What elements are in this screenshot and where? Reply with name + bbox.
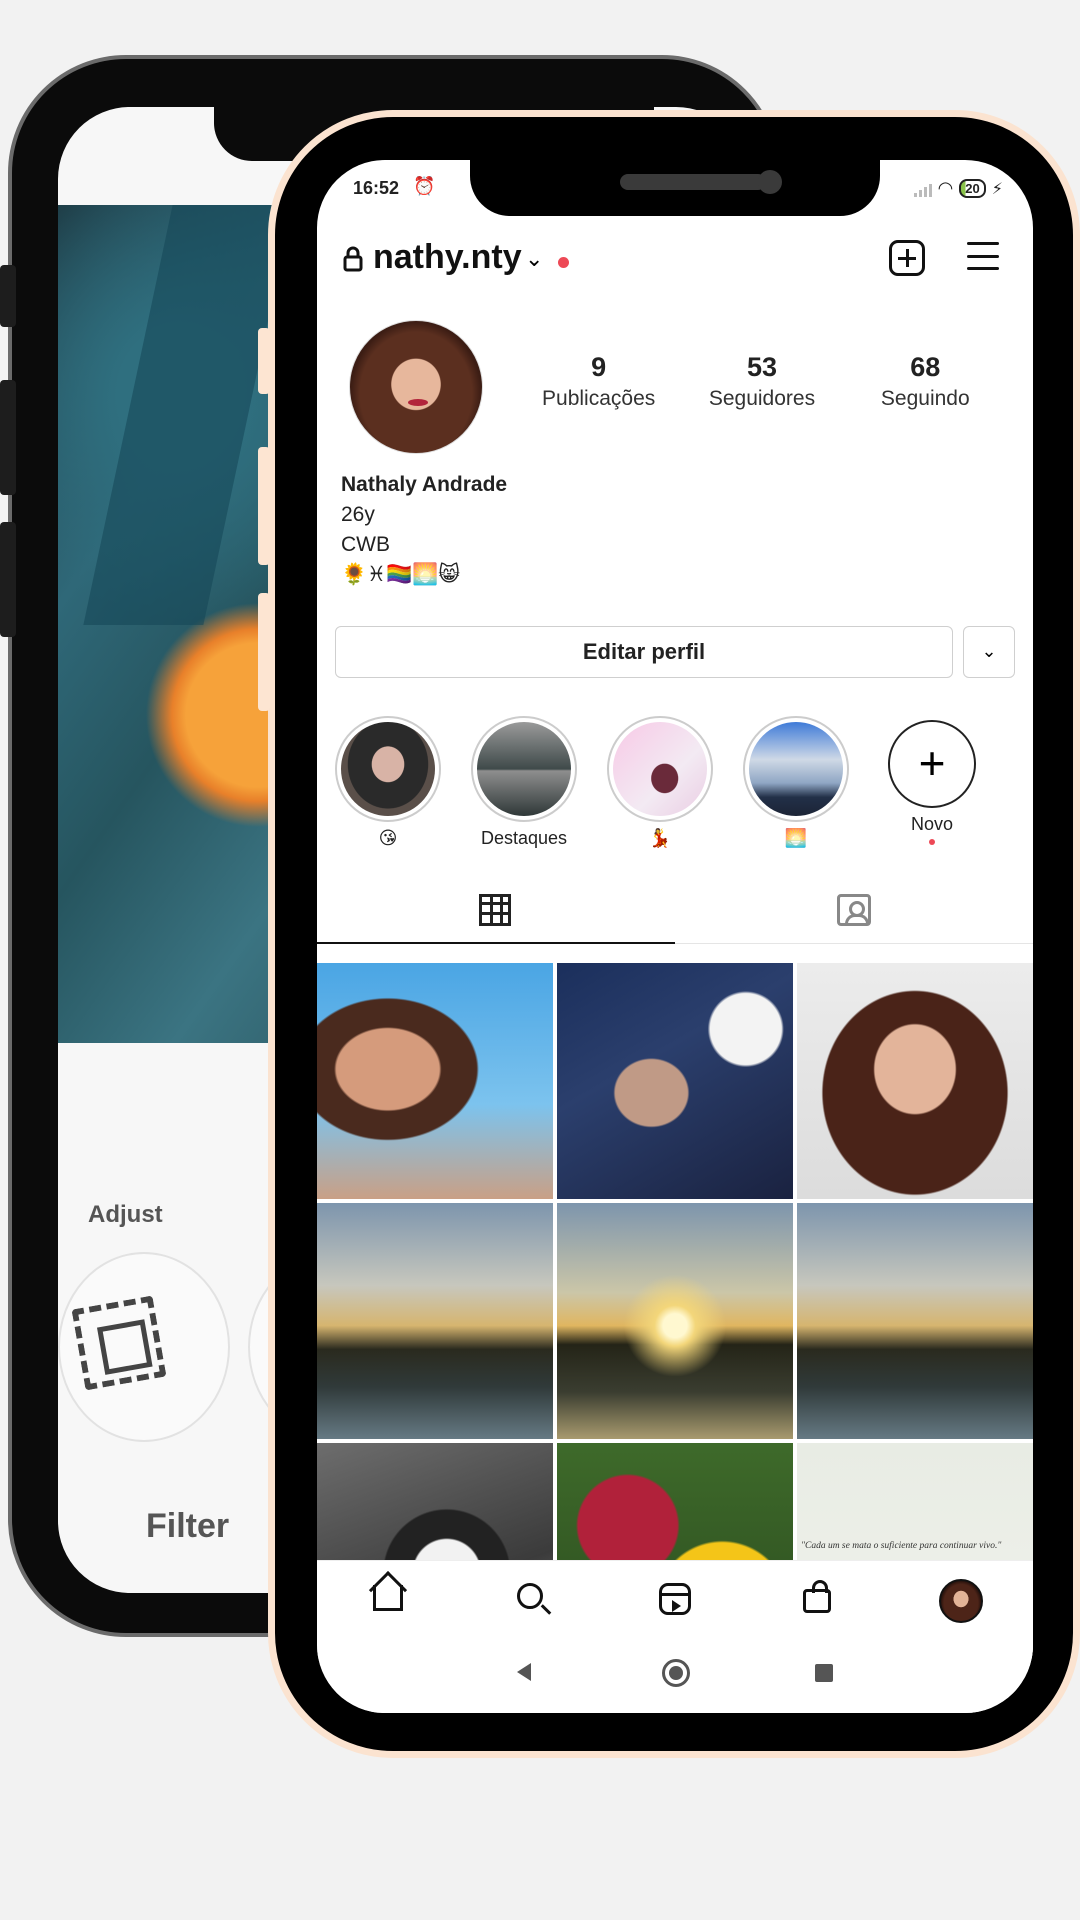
lock-icon xyxy=(343,246,363,272)
bio-line: CWB xyxy=(341,533,390,556)
tab-tagged[interactable] xyxy=(675,882,1033,944)
side-button xyxy=(0,265,16,327)
chevron-down-icon[interactable]: ⌄ xyxy=(525,246,543,272)
side-button xyxy=(258,447,270,565)
story-highlight[interactable]: 🌅 xyxy=(743,716,849,849)
home-icon xyxy=(373,1585,403,1611)
grid-icon xyxy=(479,894,511,926)
highlight-cover xyxy=(613,722,707,816)
nav-shop[interactable] xyxy=(795,1579,839,1619)
notification-dot xyxy=(929,839,935,845)
highlight-cover xyxy=(341,722,435,816)
account-username[interactable]: nathy.nty xyxy=(373,238,522,277)
filter-tab[interactable]: Filter xyxy=(146,1507,229,1546)
story-highlight[interactable]: 💃 xyxy=(607,716,713,849)
profile-stats: 9 Publicações 53 Seguidores 68 Seguindo xyxy=(517,352,1007,411)
status-bar: 16:52 ⏰ ◠ 20 ⚡ xyxy=(317,176,1033,208)
bio-emojis: 🌻♓🏳️‍🌈🌅😸 xyxy=(341,563,461,586)
followers-count: 53 xyxy=(746,352,777,382)
story-highlight[interactable]: 😘 xyxy=(335,716,441,849)
edit-profile-button[interactable]: Editar perfil xyxy=(335,626,953,678)
highlight-label: 💃 xyxy=(648,828,672,848)
adjust-label: Adjust xyxy=(88,1201,163,1228)
new-highlight-button[interactable]: + Novo xyxy=(879,716,985,845)
side-button xyxy=(258,593,270,711)
highlight-label: 🌅 xyxy=(784,828,808,848)
following-label: Seguindo xyxy=(880,387,970,410)
profile-avatar[interactable] xyxy=(349,320,483,454)
followers-stat[interactable]: 53 Seguidores xyxy=(680,352,843,411)
chevron-down-icon: ⌄ xyxy=(981,641,997,661)
person-tag-icon xyxy=(837,894,871,926)
suggestions-toggle-button[interactable]: ⌄ xyxy=(963,626,1015,678)
bio-line: 26y xyxy=(341,503,375,526)
story-highlight[interactable]: Destaques xyxy=(471,716,577,849)
profile-header: nathy.nty ⌄ xyxy=(317,230,1033,290)
post-thumbnail[interactable] xyxy=(317,1203,553,1439)
nav-search[interactable] xyxy=(511,1579,555,1619)
notification-dot xyxy=(558,257,569,268)
post-thumbnail[interactable] xyxy=(797,1203,1033,1439)
highlight-label: Novo xyxy=(910,814,954,834)
post-thumbnail[interactable] xyxy=(317,963,553,1199)
tab-posts-grid[interactable] xyxy=(317,882,675,944)
crop-tool-button[interactable] xyxy=(58,1252,230,1442)
followers-label: Seguidores xyxy=(708,387,816,410)
alarm-icon: ⏰ xyxy=(413,176,436,196)
phone-screen: 16:52 ⏰ ◠ 20 ⚡ nathy.nty ⌄ 9 Publicações… xyxy=(317,160,1033,1713)
search-icon xyxy=(517,1583,543,1609)
nav-home[interactable] xyxy=(367,1579,411,1619)
recent-apps-icon[interactable] xyxy=(815,1664,833,1682)
profile-tabs xyxy=(317,882,1033,944)
side-button xyxy=(258,328,270,394)
plus-square-icon[interactable] xyxy=(889,240,925,276)
posts-label: Publicações xyxy=(542,387,656,410)
home-button-icon[interactable] xyxy=(662,1659,690,1687)
signal-icon xyxy=(913,181,932,197)
plus-icon: + xyxy=(888,720,976,808)
system-navigation-bar xyxy=(317,1636,1033,1713)
post-thumbnail[interactable] xyxy=(797,963,1033,1199)
reels-icon xyxy=(659,1583,691,1615)
battery-icon: 20 xyxy=(959,179,986,198)
charging-icon: ⚡ xyxy=(991,180,1003,198)
posts-stat[interactable]: 9 Publicações xyxy=(517,352,680,411)
side-button xyxy=(0,380,16,495)
quote-text: "Cada um se mata o suficiente para conti… xyxy=(801,1541,1002,1551)
crop-icon xyxy=(71,1295,167,1391)
posts-count: 9 xyxy=(591,352,607,382)
status-time: 16:52 xyxy=(353,178,400,198)
following-count: 68 xyxy=(910,352,941,382)
shop-icon xyxy=(803,1580,831,1613)
profile-name: Nathaly Andrade xyxy=(341,473,508,496)
following-stat[interactable]: 68 Seguindo xyxy=(844,352,1007,411)
back-icon[interactable] xyxy=(517,1663,531,1681)
highlight-cover xyxy=(749,722,843,816)
nav-reels[interactable] xyxy=(653,1579,697,1619)
avatar xyxy=(939,1579,983,1623)
wifi-icon: ◠ xyxy=(937,178,954,198)
post-thumbnail[interactable] xyxy=(557,1203,793,1439)
profile-bio: Nathaly Andrade 26y CWB 🌻♓🏳️‍🌈🌅😸 xyxy=(341,470,507,590)
nav-profile[interactable] xyxy=(939,1579,983,1623)
post-thumbnail[interactable] xyxy=(557,963,793,1199)
highlight-label: Destaques xyxy=(480,828,568,848)
bottom-navigation xyxy=(317,1560,1033,1636)
highlight-label: 😘 xyxy=(378,828,398,848)
highlight-cover xyxy=(477,722,571,816)
side-button xyxy=(0,522,16,637)
hamburger-icon[interactable] xyxy=(967,242,999,270)
